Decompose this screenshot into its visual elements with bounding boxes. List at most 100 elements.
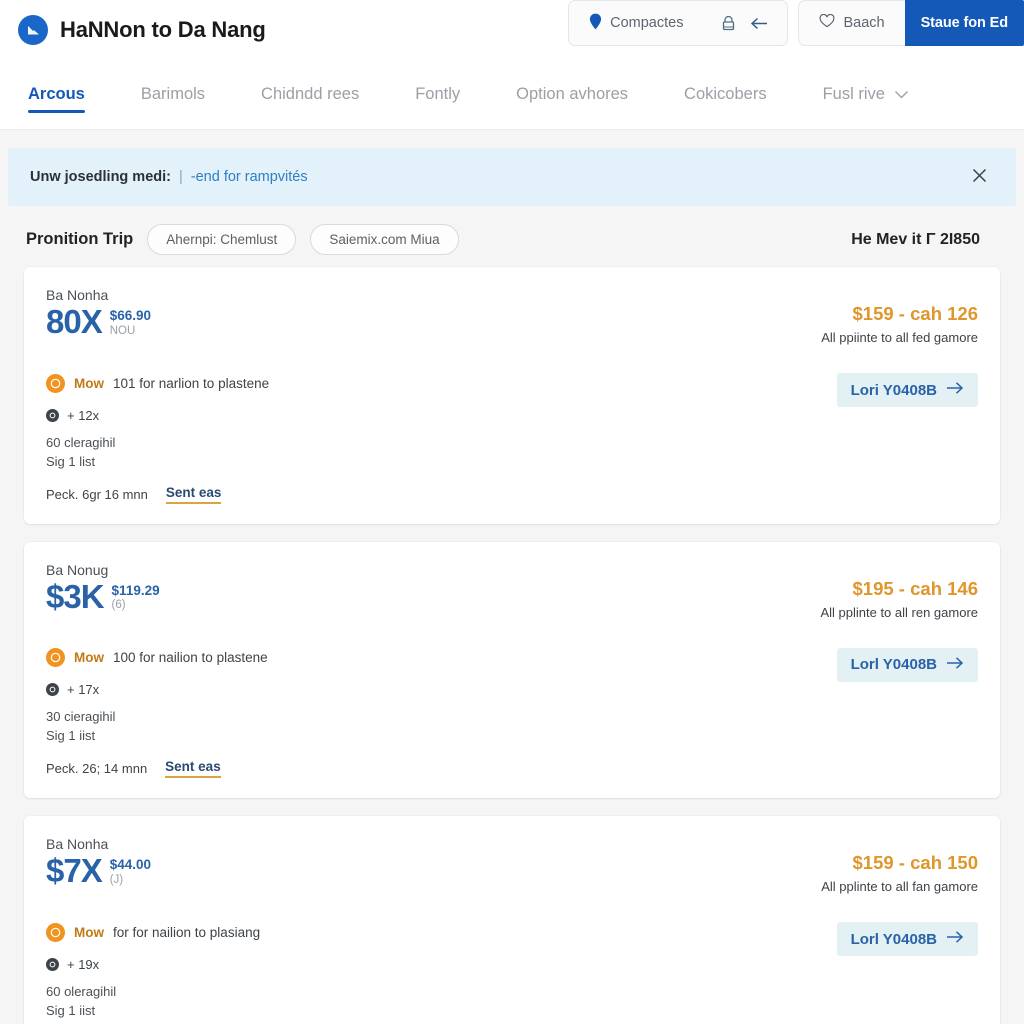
route-label: Ba Nonha: [46, 836, 109, 853]
card-details: Ba Nonha $7X $44.00 (J) Mow for for nail…: [46, 834, 678, 1024]
deal-note: All pplinte to all fan gamore: [821, 879, 978, 895]
price-main: $7X: [46, 852, 103, 890]
tab-fontly[interactable]: Fontly: [387, 60, 488, 129]
select-label: Lorl Y0408B: [850, 930, 937, 948]
detail-line-2: Sig 1 iist: [46, 728, 96, 744]
header-icon-group: [703, 1, 787, 45]
promo-word: Mow: [74, 650, 104, 666]
deal-note: All pplinte to all ren gamore: [820, 604, 978, 620]
brand: HaNNon to Da Nang: [18, 15, 266, 45]
promo-word: Mow: [74, 375, 104, 391]
filter-chip-1[interactable]: Ahernpi: Chemlust: [147, 224, 297, 255]
result-card[interactable]: Ba Nonha $7X $44.00 (J) Mow for for nail…: [24, 816, 1000, 1024]
detail-line-2: Sig 1 iist: [46, 1002, 96, 1018]
arrow-right-icon: [946, 656, 964, 674]
select-flight-button[interactable]: Lorl Y0408B: [836, 922, 978, 957]
details-link[interactable]: Sent eas: [165, 759, 221, 779]
tab-bar: Arcous Barimols Chidndd rees Fontly Opti…: [0, 60, 1024, 130]
price-secondary: $119.29: [111, 582, 160, 598]
map-pin-icon: [589, 13, 602, 34]
promo-word: Mow: [74, 924, 104, 940]
stop-marker-icon: [46, 957, 59, 971]
filter-bar: Pronition Trip Ahernpi: Chemlust Saiemix…: [0, 206, 1024, 267]
close-icon[interactable]: [965, 163, 994, 192]
stops-label: + 19x: [67, 956, 100, 972]
tab-label: Option avhores: [516, 85, 629, 103]
compare-group: Compactes: [568, 0, 789, 46]
arrow-right-icon: [946, 381, 964, 399]
stops-row: + 19x: [46, 957, 678, 972]
detail-line-1: 30 cieragihil: [46, 709, 116, 725]
result-card[interactable]: Ba Nonug $3K $119.29 (6) Mow 100 for nai…: [24, 541, 1000, 799]
select-flight-button[interactable]: Lorl Y0408B: [836, 647, 978, 682]
card-details: Ba Nonha 80X $66.90 NOU Mow 101 for narl…: [46, 285, 678, 504]
stops-label: + 12x: [67, 407, 100, 423]
price-row: $7X $44.00 (J): [46, 854, 678, 889]
price-main: 80X: [46, 303, 103, 340]
banner-text: Unw josedling medi:: [30, 169, 171, 185]
bottom-row: Peck. 26; 14 mnn Sent eas: [46, 759, 678, 779]
save-trip-button[interactable]: Staue fon Ed: [904, 0, 1024, 46]
deal-note: All ppiinte to all fed gamore: [821, 330, 978, 345]
promo-row: Mow for for nailion to plasiang: [46, 922, 678, 942]
compare-label: Compactes: [610, 15, 684, 31]
card-actions: $159 - cah 150 All pplinte to all fan ga…: [678, 834, 978, 1024]
lock-icon[interactable]: [721, 15, 736, 32]
price-secondary: $66.90: [109, 308, 152, 323]
tab-chidndd-rees[interactable]: Chidndd rees: [233, 60, 387, 129]
banner-link[interactable]: -end for rampvités: [191, 169, 308, 185]
banner-message: Unw josedling medi: | -end for rampvités: [30, 169, 308, 185]
tab-label: Barimols: [140, 85, 206, 103]
favorite-group: Baach: [798, 0, 905, 46]
compare-button[interactable]: Compactes: [569, 1, 703, 45]
banner-separator: |: [178, 169, 183, 185]
arrow-left-icon[interactable]: [750, 16, 769, 31]
stops-label: + 17x: [67, 682, 100, 698]
price-sub: $119.29 (6): [112, 580, 160, 614]
promo-text: 101 for narlion to plastene: [113, 375, 270, 391]
results-list: Ba Nonha 80X $66.90 NOU Mow 101 for narl…: [0, 267, 1024, 1024]
price-note: (6): [111, 599, 126, 612]
details-link[interactable]: Sent eas: [165, 485, 222, 504]
stops-row: + 12x: [46, 408, 678, 423]
select-flight-button[interactable]: Lori Y0408B: [836, 373, 978, 407]
promo-text: 100 for nailion to plastene: [113, 650, 268, 666]
promo-badge-icon: [46, 373, 65, 393]
select-label: Lori Y0408B: [850, 381, 937, 399]
app-header: HaNNon to Da Nang Compactes Baach Staue …: [0, 0, 1024, 60]
airline-logo-icon: [18, 15, 48, 45]
route-label: Ba Nonug: [46, 561, 109, 578]
heart-icon: [819, 13, 835, 32]
price-row: 80X $66.90 NOU: [46, 303, 678, 340]
promo-row: Mow 100 for nailion to plastene: [46, 648, 678, 668]
favorite-button[interactable]: Baach: [799, 1, 904, 45]
price-sub: $44.00 (J): [110, 854, 151, 888]
promo-badge-icon: [46, 648, 65, 668]
notification-banner: Unw josedling medi: | -end for rampvités: [8, 148, 1016, 206]
deal-price: $159 - cah 150: [852, 852, 978, 874]
promo-text: for for nailion to plasiang: [113, 924, 261, 940]
tab-option-avhores[interactable]: Option avhores: [488, 60, 656, 129]
stop-marker-icon: [46, 683, 59, 697]
card-actions: $195 - cah 146 All pplinte to all ren ga…: [678, 560, 978, 779]
tab-label: Chidndd rees: [261, 85, 360, 103]
deal-price: $195 - cah 146: [852, 577, 978, 599]
price-note: (J): [109, 874, 124, 887]
filter-chip-2[interactable]: Saiemix.com Miua: [310, 224, 459, 255]
bottom-text: Peck. 6gr 16 mnn: [46, 486, 148, 502]
tab-fusl-rive[interactable]: Fusl rive: [795, 60, 937, 129]
price-row: $3K $119.29 (6): [46, 577, 678, 615]
select-label: Lorl Y0408B: [850, 656, 937, 674]
detail-line-1: 60 oleragihil: [46, 983, 117, 999]
tab-label: Cokicobers: [684, 85, 767, 103]
tab-cokicobers[interactable]: Cokicobers: [656, 60, 795, 129]
tab-barimols[interactable]: Barimols: [113, 60, 233, 129]
chevron-down-icon: [894, 90, 909, 99]
result-card[interactable]: Ba Nonha 80X $66.90 NOU Mow 101 for narl…: [24, 267, 1000, 524]
tab-label: Fontly: [415, 85, 461, 103]
price-main: $3K: [46, 577, 105, 615]
bottom-row: Peck. 6gr 16 mnn Sent eas: [46, 485, 678, 504]
promo-badge-icon: [46, 922, 65, 942]
price-note: NOU: [109, 324, 136, 337]
tab-arcous[interactable]: Arcous: [28, 60, 113, 129]
